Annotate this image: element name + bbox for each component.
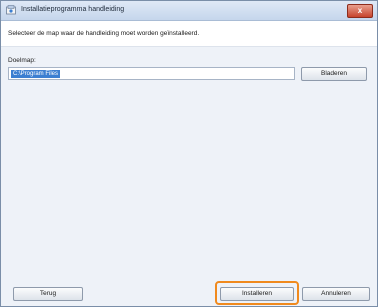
window-title: Installatieprogramma handleiding — [21, 6, 125, 13]
destination-folder-label: Doelmap: — [8, 57, 36, 64]
cancel-button[interactable]: Annuleren — [302, 287, 370, 301]
install-button[interactable]: Installeren — [220, 287, 294, 301]
close-button[interactable]: x — [347, 4, 373, 18]
instruction-text: Selecteer de map waar de handleiding moe… — [8, 30, 200, 37]
installer-window: Installatieprogramma handleiding x Selec… — [0, 0, 378, 307]
destination-folder-value: C:\Program Files — [11, 70, 61, 78]
back-button[interactable]: Terug — [13, 287, 83, 301]
content-area: Doelmap: C:\Program Files Bladeren — [7, 54, 369, 284]
header-panel: Selecteer de map waar de handleiding moe… — [1, 21, 377, 47]
title-bar: Installatieprogramma handleiding x — [1, 1, 377, 21]
destination-folder-input[interactable]: C:\Program Files — [8, 67, 295, 80]
installer-app-icon — [6, 5, 16, 15]
footer-bar: Terug Installeren Annuleren — [1, 277, 377, 306]
browse-button[interactable]: Bladeren — [301, 67, 367, 81]
empty-content-panel — [8, 84, 369, 284]
close-icon: x — [357, 6, 363, 15]
